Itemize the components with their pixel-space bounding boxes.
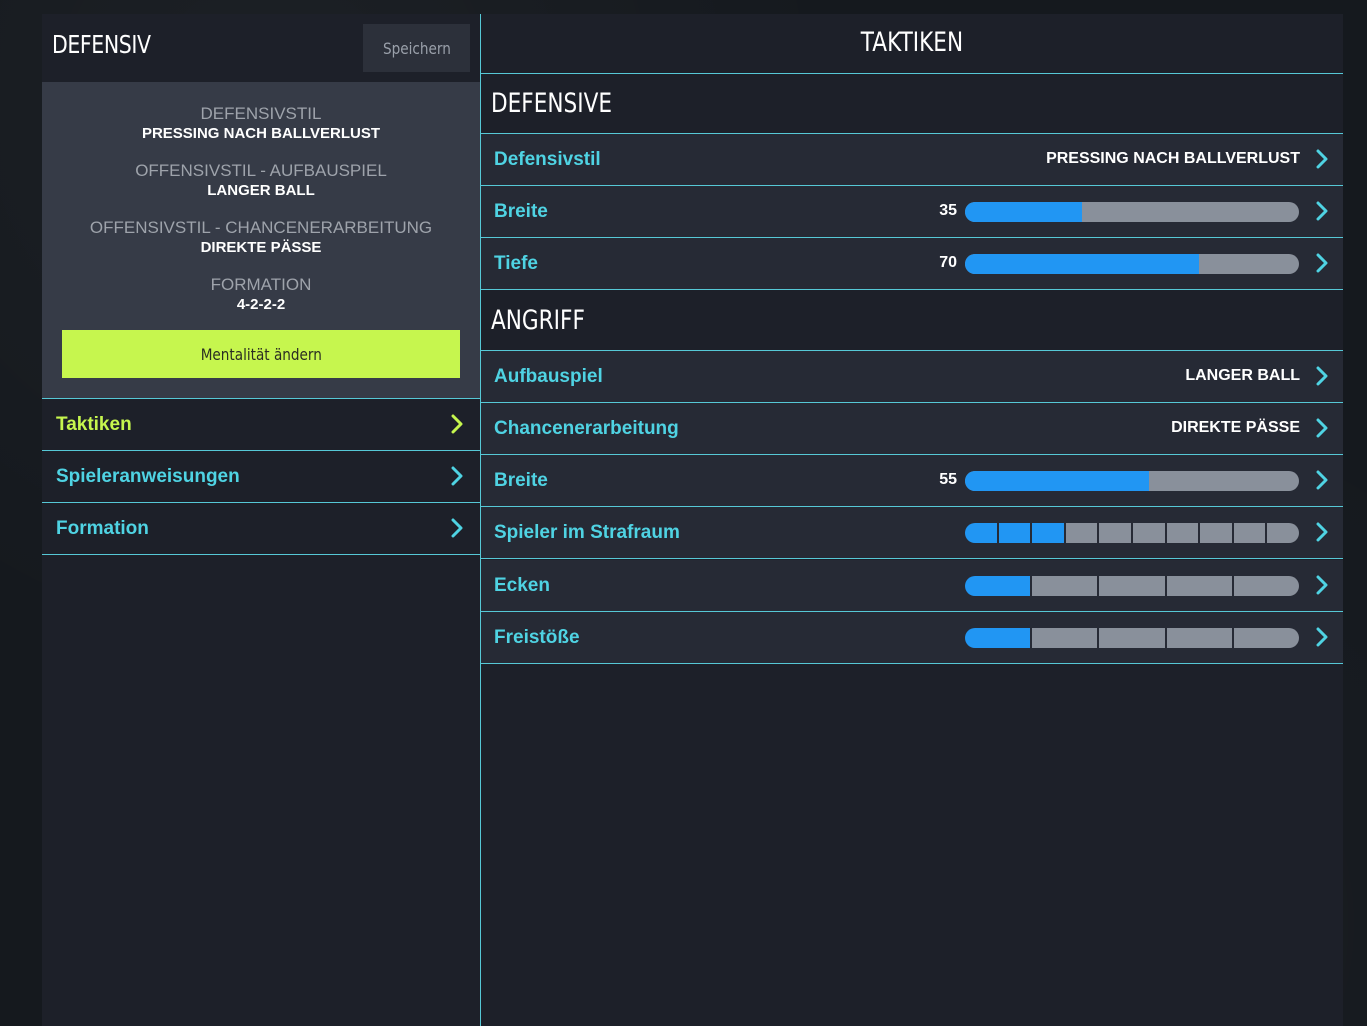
tactics-panel: TAKTIKEN DEFENSIVE Defensivstil PRESSING… [480, 14, 1343, 1026]
chevron-right-icon [1316, 575, 1328, 595]
row-label: Defensivstil [494, 149, 601, 170]
row-label: Breite [494, 470, 548, 491]
stepper-segment[interactable] [1030, 628, 1098, 648]
chevron-right-icon [1316, 627, 1328, 647]
stepper-segment[interactable] [1030, 523, 1064, 543]
section-angriff: ANGRIFF [481, 291, 1343, 351]
stepper-segment[interactable] [1231, 576, 1299, 596]
stepper-segment[interactable] [996, 523, 1031, 543]
stepper-segment[interactable] [1097, 628, 1165, 648]
row-label: Ecken [494, 575, 550, 596]
row-number: 55 [939, 471, 957, 488]
chevron-right-icon [451, 414, 463, 434]
row-value: PRESSING NACH BALLVERLUST [1046, 150, 1300, 167]
row-defensivstil[interactable]: Defensivstil PRESSING NACH BALLVERLUST [481, 134, 1343, 186]
row-label: Breite [494, 201, 548, 222]
stepper-segment[interactable] [1164, 628, 1232, 648]
row-aufbauspiel[interactable]: Aufbauspiel LANGER BALL [481, 351, 1343, 403]
save-button-label: Speichern [382, 38, 451, 58]
chevron-right-icon [1316, 253, 1328, 273]
slider-fill [965, 202, 1082, 222]
nav-item-taktiken[interactable]: Taktiken [42, 399, 480, 451]
summary-label: DEFENSIVSTIL [200, 104, 322, 123]
row-label: Chancenerarbeitung [494, 418, 679, 439]
summary-value: 4-2-2-2 [236, 296, 286, 313]
summary-aufbauspiel: OFFENSIVSTIL - AUFBAUSPIEL LANGER BALL [42, 161, 480, 201]
tactics-summary: DEFENSIVSTIL PRESSING NACH BALLVERLUST O… [42, 82, 480, 398]
row-chancenerarbeitung[interactable]: Chancenerarbeitung DIREKTE PÄSSE [481, 403, 1343, 455]
stepper-segment[interactable] [1198, 523, 1232, 543]
left-panel: DEFENSIV Speichern DEFENSIVSTIL PRESSING… [42, 14, 480, 1026]
stepper-segment[interactable] [1130, 523, 1165, 543]
stepper-segment[interactable] [1063, 523, 1098, 543]
row-number: 70 [939, 254, 957, 271]
stepper-segment[interactable] [1164, 576, 1232, 596]
chevron-right-icon [1316, 201, 1328, 221]
chevron-right-icon [1316, 522, 1328, 542]
stepper-segment[interactable] [1097, 576, 1165, 596]
summary-formation: FORMATION 4-2-2-2 [42, 275, 480, 315]
slider-fill [965, 471, 1149, 491]
nav-item-label: Formation [56, 517, 149, 539]
chevron-right-icon [1316, 149, 1328, 169]
change-mentality-button[interactable]: Mentalität ändern [62, 330, 460, 378]
chevron-right-icon [451, 466, 463, 486]
row-label: Aufbauspiel [494, 366, 603, 387]
row-defensive-tiefe[interactable]: Tiefe 70 [481, 238, 1343, 290]
row-label: Spieler im Strafraum [494, 522, 680, 543]
corners-stepper[interactable] [965, 576, 1299, 596]
summary-value: PRESSING NACH BALLVERLUST [141, 125, 381, 142]
free-kicks-stepper[interactable] [965, 628, 1299, 648]
players-in-box-stepper[interactable] [965, 523, 1299, 543]
row-number: 35 [939, 202, 957, 219]
mentality-title: DEFENSIV [52, 30, 151, 59]
left-header: DEFENSIV Speichern [42, 14, 480, 82]
change-mentality-label: Mentalität ändern [200, 344, 322, 364]
row-label: Freistöße [494, 627, 580, 648]
row-ecken[interactable]: Ecken [481, 560, 1343, 612]
stepper-segment[interactable] [965, 576, 1031, 596]
stepper-segment[interactable] [1265, 523, 1299, 543]
row-spieler-im-strafraum[interactable]: Spieler im Strafraum [481, 507, 1343, 559]
nav-item-label: Spieleranweisungen [56, 465, 240, 487]
stepper-segment[interactable] [1231, 628, 1299, 648]
section-defensive: DEFENSIVE [481, 74, 1343, 134]
row-value: DIREKTE PÄSSE [1171, 419, 1300, 436]
depth-slider[interactable] [965, 254, 1299, 274]
page-title: TAKTIKEN [481, 14, 1343, 74]
chevron-right-icon [1316, 470, 1328, 490]
stepper-segment[interactable] [965, 628, 1031, 648]
section-heading: ANGRIFF [491, 305, 585, 336]
nav-item-label: Taktiken [56, 413, 132, 435]
row-label: Tiefe [494, 253, 539, 274]
width-slider[interactable] [965, 202, 1299, 222]
row-freistoesse[interactable]: Freistöße [481, 612, 1343, 664]
summary-value: LANGER BALL [207, 182, 315, 199]
stepper-segment[interactable] [1231, 523, 1266, 543]
page-title-text: TAKTIKEN [860, 27, 964, 58]
summary-defensivstil: DEFENSIVSTIL PRESSING NACH BALLVERLUST [42, 104, 480, 144]
summary-label: OFFENSIVSTIL - CHANCENERARBEITUNG [89, 218, 433, 237]
stepper-segment[interactable] [1030, 576, 1098, 596]
summary-value: DIREKTE PÄSSE [200, 239, 322, 256]
chevron-right-icon [1316, 418, 1328, 438]
summary-label: OFFENSIVSTIL - AUFBAUSPIEL [135, 161, 387, 180]
row-defensive-breite[interactable]: Breite 35 [481, 186, 1343, 238]
nav-item-spieleranweisungen[interactable]: Spieleranweisungen [42, 451, 480, 503]
row-value: LANGER BALL [1185, 367, 1300, 384]
chevron-right-icon [1316, 366, 1328, 386]
attack-width-slider[interactable] [965, 471, 1299, 491]
row-angriff-breite[interactable]: Breite 55 [481, 455, 1343, 507]
summary-label: FORMATION [210, 275, 312, 294]
stepper-segment[interactable] [1097, 523, 1131, 543]
summary-chancenerarbeitung: OFFENSIVSTIL - CHANCENERARBEITUNG DIREKT… [42, 218, 480, 258]
slider-fill [965, 254, 1199, 274]
chevron-right-icon [451, 518, 463, 538]
stepper-segment[interactable] [1164, 523, 1199, 543]
save-button[interactable]: Speichern [363, 24, 470, 72]
stepper-segment[interactable] [965, 523, 997, 543]
section-heading: DEFENSIVE [491, 88, 613, 119]
nav-item-formation[interactable]: Formation [42, 503, 480, 555]
